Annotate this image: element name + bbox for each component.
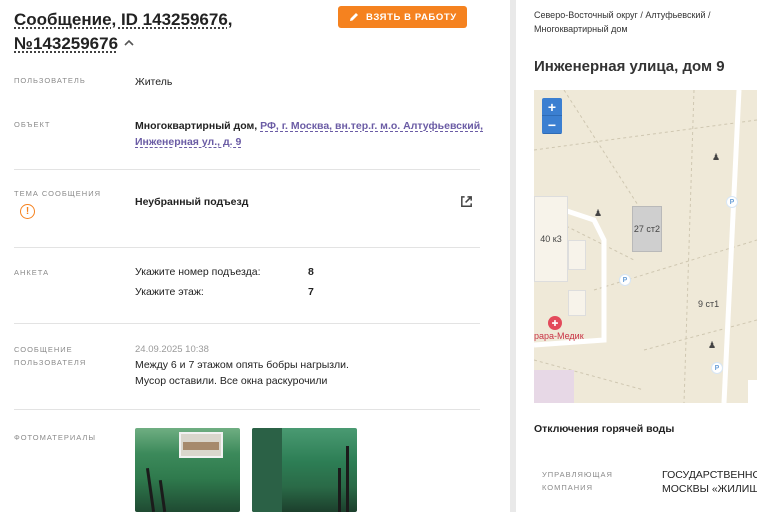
object-address-link[interactable]: РФ, г. Москва, вн.тер.г. м.о. Алтуфьевск… bbox=[260, 120, 483, 132]
survey-row: АНКЕТА Укажите номер подъезда: 8 Укажите … bbox=[14, 265, 480, 324]
breadcrumb: Северо-Восточный округ / Алтуфьевский / … bbox=[534, 8, 744, 36]
survey-key: Укажите номер подъезда: bbox=[135, 266, 261, 278]
take-to-work-button[interactable]: ВЗЯТЬ В РАБОТУ bbox=[338, 6, 467, 28]
object-value: Многоквартирный дом, РФ, г. Москва, вн.т… bbox=[135, 118, 485, 150]
survey-value: 7 bbox=[308, 286, 314, 298]
rail-shape bbox=[338, 468, 341, 512]
rail-shape bbox=[346, 446, 349, 512]
pencil-icon bbox=[350, 13, 358, 21]
map-zoom-control: + − bbox=[542, 98, 562, 134]
title-line-2: №143259676 bbox=[14, 34, 119, 53]
company-label: УПРАВЛЯЮЩАЯ КОМПАНИЯ bbox=[542, 468, 642, 494]
zoom-in-button[interactable]: + bbox=[542, 98, 562, 116]
message-content: 24.09.2025 10:38 Между 6 и 7 этажом опят… bbox=[135, 343, 349, 389]
warning-icon: ! bbox=[20, 204, 35, 219]
object-type: Многоквартирный дом, bbox=[135, 120, 258, 132]
message-label-line-2: ПОЛЬЗОВАТЕЛЯ bbox=[14, 358, 87, 367]
user-value: Житель bbox=[135, 76, 173, 88]
breadcrumb-line-2: Многоквартирный дом bbox=[534, 24, 628, 34]
topic-value: Неубранный подъезд bbox=[135, 194, 248, 210]
map[interactable]: + − 40 к3 27 ст2 9 ст1 P P P ♟ ♟ ♟ ✚ рар… bbox=[534, 90, 757, 403]
photos-row: ФОТОМАТЕРИАЛЫ bbox=[14, 430, 480, 450]
parking-icon: P bbox=[726, 196, 738, 208]
poi-label: рара-Медик bbox=[534, 331, 584, 341]
parking-icon: P bbox=[619, 274, 631, 286]
map-marker-icon: ♟ bbox=[712, 152, 721, 162]
map-building-small bbox=[568, 240, 586, 270]
message-detail-panel: Сообщение, ID 143259676, №143259676 ВЗЯТ… bbox=[0, 0, 510, 512]
hot-water-section-title: Отключения горячей воды bbox=[534, 423, 675, 435]
survey-item-1: Укажите номер подъезда: 8 bbox=[135, 266, 314, 278]
breadcrumb-line-1: Северо-Восточный округ / Алтуфьевский / bbox=[534, 10, 711, 20]
photo-thumbnail-2[interactable] bbox=[252, 428, 357, 512]
survey-key: Укажите этаж: bbox=[135, 286, 204, 298]
rail-shape bbox=[158, 479, 167, 512]
building-label: 40 к3 bbox=[540, 234, 562, 244]
window-shape bbox=[179, 432, 223, 458]
object-info-panel: Северо-Восточный округ / Алтуфьевский / … bbox=[516, 0, 757, 512]
survey-label: АНКЕТА bbox=[14, 268, 50, 277]
medical-pin-icon[interactable]: ✚ bbox=[548, 316, 562, 330]
message-row: СООБЩЕНИЕ ПОЛЬЗОВАТЕЛЯ 24.09.2025 10:38 … bbox=[14, 342, 480, 410]
message-label: СООБЩЕНИЕ ПОЛЬЗОВАТЕЛЯ bbox=[14, 343, 124, 369]
address-title: Инженерная улица, дом 9 bbox=[534, 58, 725, 75]
company-value-line-1: ГОСУДАРСТВЕННО bbox=[662, 469, 757, 481]
message-date: 24.09.2025 10:38 bbox=[135, 344, 209, 355]
chevron-up-icon[interactable] bbox=[124, 31, 134, 55]
topic-label: ТЕМА СООБЩЕНИЯ bbox=[14, 189, 102, 198]
object-row: ОБЪЕКТ Многоквартирный дом, РФ, г. Москв… bbox=[14, 116, 483, 170]
parking-icon: P bbox=[711, 362, 723, 374]
user-label: ПОЛЬЗОВАТЕЛЬ bbox=[14, 76, 86, 85]
object-label: ОБЪЕКТ bbox=[14, 120, 51, 129]
message-text-line-2: Мусор оставили. Все окна раскурочили bbox=[135, 375, 328, 387]
map-building: 40 к3 bbox=[534, 196, 568, 282]
zoom-out-button[interactable]: − bbox=[542, 116, 562, 134]
map-building: 27 ст2 bbox=[632, 206, 662, 252]
topic-text: Неубранный подъезд bbox=[135, 196, 249, 208]
company-value-line-2: МОСКВЫ «ЖИЛИШ bbox=[662, 483, 757, 495]
title-line-2-wrap: №143259676 bbox=[14, 32, 134, 56]
page-title: Сообщение, ID 143259676, №143259676 bbox=[14, 8, 324, 56]
photos-label: ФОТОМАТЕРИАЛЫ bbox=[14, 433, 96, 442]
company-value: ГОСУДАРСТВЕННО МОСКВЫ «ЖИЛИШ bbox=[662, 468, 757, 496]
company-label-line-1: УПРАВЛЯЮЩАЯ bbox=[542, 470, 613, 479]
map-marker-icon: ♟ bbox=[708, 340, 717, 350]
building-label: 27 ст2 bbox=[633, 224, 661, 234]
topic-row: ТЕМА СООБЩЕНИЯ ! Неубранный подъезд bbox=[14, 186, 480, 248]
survey-value: 8 bbox=[308, 266, 314, 278]
object-address-link-2[interactable]: Инженерная ул., д. 9 bbox=[135, 136, 241, 148]
survey-item-2: Укажите этаж: 7 bbox=[135, 286, 314, 298]
message-text-line-1: Между 6 и 7 этажом опять бобры нагрызли. bbox=[135, 359, 349, 371]
rail-shape bbox=[145, 468, 156, 512]
wall-shape bbox=[252, 428, 282, 512]
title-line-1: Сообщение, ID 143259676, bbox=[14, 10, 233, 29]
message-label-line-1: СООБЩЕНИЕ bbox=[14, 345, 73, 354]
map-marker-icon: ♟ bbox=[594, 208, 603, 218]
map-building-label: 9 ст1 bbox=[698, 299, 720, 309]
user-row: ПОЛЬЗОВАТЕЛЬ Житель bbox=[14, 72, 480, 96]
map-building-small bbox=[568, 290, 586, 316]
open-external-icon[interactable] bbox=[459, 194, 474, 209]
take-to-work-label: ВЗЯТЬ В РАБОТУ bbox=[366, 11, 457, 23]
photo-thumbnail-1[interactable] bbox=[135, 428, 240, 512]
company-label-line-2: КОМПАНИЯ bbox=[542, 483, 593, 492]
